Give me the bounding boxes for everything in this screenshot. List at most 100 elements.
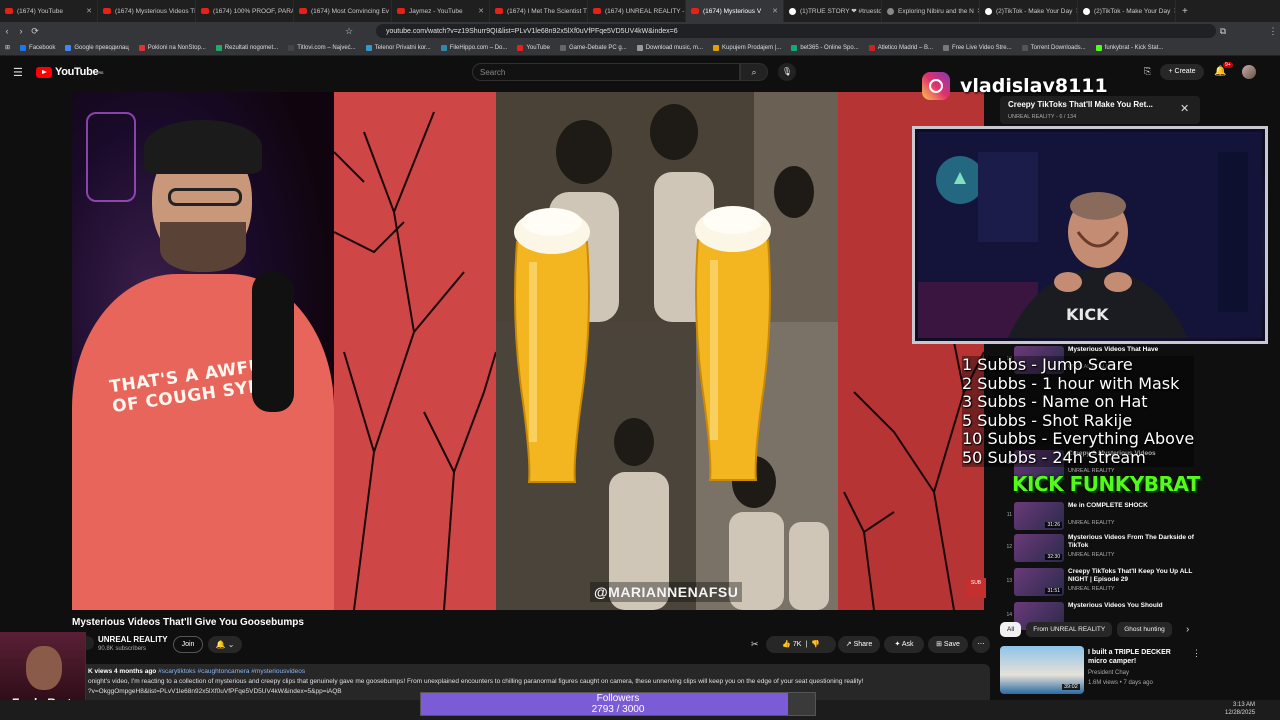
instagram-handle: vladislav8111	[960, 75, 1108, 97]
bookmark-label: funkybrat - Kick Stat...	[1104, 44, 1164, 51]
bookmark-item[interactable]: FileHippo.com – Do...	[436, 44, 513, 51]
bookmark-item[interactable]: YouTube	[512, 44, 555, 51]
video-player[interactable]: THAT'S A AWFULL OF COUGH SYRUP	[72, 92, 984, 610]
menu-dots-icon[interactable]: ⋮	[1266, 26, 1280, 37]
bookmark-item[interactable]: Telenor Privatni kor...	[361, 44, 436, 51]
recommended-menu-icon[interactable]: ⋮	[1192, 648, 1201, 659]
tab-label: (1674) YouTube	[17, 7, 64, 15]
bookmark-item[interactable]: Torrent Downloads...	[1017, 44, 1091, 51]
tab-label: (2)TikTok - Make Your Day	[996, 7, 1073, 15]
bookmark-item[interactable]: Pokloni na NonStop...	[134, 44, 211, 51]
miniplayer-title[interactable]: Creepy TikToks That'll Make You Ret...	[1008, 100, 1153, 109]
apps-icon[interactable]: ⊞	[0, 44, 15, 51]
bookmark-label: Free Live Video Stre...	[952, 44, 1012, 51]
playlist-thumbnail[interactable]: 32:30	[1014, 534, 1064, 562]
logo-text: YouTube	[55, 66, 99, 78]
browser-tab[interactable]: (1674) I Met The Scientist T✕	[490, 0, 588, 22]
close-tab-icon[interactable]: ✕	[769, 7, 778, 15]
bookmark-item[interactable]: Atletico Madrid – B...	[864, 44, 938, 51]
bookmark-item[interactable]: Titlovi.com – Najveć...	[283, 44, 360, 51]
hamburger-menu-icon[interactable]: ☰	[13, 66, 23, 79]
bookmark-label: Telenor Privatni kor...	[374, 44, 431, 51]
forward-icon[interactable]: ›	[14, 26, 28, 36]
like-dislike-button[interactable]: 👍 7K | 👎	[766, 636, 836, 653]
microphone	[252, 272, 294, 412]
cast-icon[interactable]: ⎘	[1144, 66, 1151, 77]
search-icon[interactable]: ⌕	[740, 63, 768, 81]
extensions-icon[interactable]: ⧉	[1216, 26, 1230, 37]
browser-tab[interactable]: Jaymez - YouTube ✕	[392, 0, 490, 22]
description-tags[interactable]: #scarytiktoks #caughtoncamera #mysteriou…	[158, 668, 305, 675]
bookmark-item[interactable]: Download music, m...	[632, 44, 708, 51]
bookmark-favicon-icon	[791, 44, 798, 51]
browser-tab[interactable]: (1)TRUE STORY ❤ #truestor✕	[784, 0, 882, 22]
back-icon[interactable]: ‹	[0, 26, 14, 36]
browser-tab[interactable]: Exploring Nibiru and the N✕	[882, 0, 980, 22]
bookmark-label: Pokloni na NonStop...	[147, 44, 206, 51]
bookmark-star-icon[interactable]: ☆	[342, 26, 356, 37]
browser-tab[interactable]: (2)TikTok - Make Your Day✕	[1078, 0, 1176, 22]
filter-chip[interactable]: Ghost hunting	[1117, 622, 1172, 637]
browser-tab[interactable]: (1674) UNREAL REALITY - Y✕	[588, 0, 686, 22]
playlist-item[interactable]: 12 32:30 Mysterious Videos From The Darksi…	[1002, 532, 1198, 564]
browser-tab[interactable]: (2)TikTok - Make Your Day✕	[980, 0, 1078, 22]
playlist-item[interactable]: 13 31:51 Creepy TikToks That'll Keep You U…	[1002, 566, 1198, 598]
youtube-logo[interactable]: YouTube RS	[36, 66, 104, 78]
channel-name[interactable]: UNREAL REALITY	[98, 635, 168, 644]
browser-tab[interactable]: (1674) YouTube ✕	[0, 0, 98, 22]
bookmark-label: bet365 - Online Spo...	[800, 44, 859, 51]
filter-chips: All From UNREAL REALITY Ghost hunting	[1000, 622, 1172, 638]
account-avatar[interactable]	[1242, 65, 1256, 79]
bookmark-item[interactable]: Facebook	[15, 44, 60, 51]
new-tab-icon[interactable]: +	[1176, 6, 1194, 17]
search-input[interactable]: Search	[472, 63, 740, 81]
browser-tab[interactable]: (1674) Mysterious V ✕	[686, 0, 784, 22]
ask-button[interactable]: ✦ Ask	[884, 636, 924, 653]
browser-tab[interactable]: (1674) Most Convincing Ev✕	[294, 0, 392, 22]
close-tab-icon[interactable]: ✕	[83, 7, 92, 15]
playlist-thumbnail[interactable]: 31:26	[1014, 502, 1064, 530]
bookmark-item[interactable]: Free Live Video Stre...	[938, 44, 1017, 51]
save-button[interactable]: ⊞ Save	[928, 636, 968, 653]
miniplayer-subtitle: UNREAL REALITY - 6 / 134	[1008, 114, 1077, 120]
url-field[interactable]: youtube.com/watch?v=z19Shurr9QI&list=PLv…	[376, 24, 1216, 38]
browser-tab[interactable]: (1674) 100% PROOF, PARA✕	[196, 0, 294, 22]
bookmark-favicon-icon	[559, 44, 566, 51]
bookmark-favicon-icon	[1095, 44, 1102, 51]
bookmark-label: YouTube	[526, 44, 550, 51]
share-button[interactable]: ↗ Share	[838, 636, 880, 653]
webcam-scene: KICK	[918, 132, 1262, 338]
chevron-right-icon[interactable]: ›	[1186, 624, 1189, 635]
close-tab-icon[interactable]: ✕	[475, 7, 484, 15]
playlist-duration: 32:30	[1045, 554, 1062, 560]
playlist-item[interactable]: 11 31:26 Me in COMPLETE SHOCK UNREAL REALIT…	[1002, 500, 1198, 532]
create-button[interactable]: + Create	[1160, 64, 1204, 80]
bookmark-favicon-icon	[215, 44, 222, 51]
tab-label: (1)TRUE STORY ❤ #truestor	[800, 8, 882, 15]
subscribed-bell-button[interactable]: 🔔 ⌄	[208, 636, 242, 653]
bookmark-item[interactable]: funkybrat - Kick Stat...	[1091, 44, 1169, 51]
subscribe-overlay-button[interactable]: SUB	[966, 578, 986, 598]
playlist-title: Me in COMPLETE SHOCK	[1068, 502, 1148, 509]
playlist-duration: 31:26	[1045, 522, 1062, 528]
bookmark-favicon-icon	[1021, 44, 1028, 51]
more-actions-icon[interactable]: ⋯	[972, 636, 990, 653]
recommended-channel[interactable]: President Chay	[1088, 670, 1129, 676]
playlist-thumbnail[interactable]: 31:51	[1014, 568, 1064, 596]
close-icon[interactable]: ✕	[1180, 102, 1189, 115]
clip-icon[interactable]: ✂	[751, 639, 759, 650]
browser-tab[interactable]: (1674) Mysterious Videos Th✕	[98, 0, 196, 22]
content-video	[334, 92, 984, 610]
bookmark-item[interactable]: Kupujem Prodajem |...	[708, 44, 786, 51]
reload-icon[interactable]: ⟳	[28, 26, 42, 37]
bookmark-item[interactable]: bet365 - Online Spo...	[786, 44, 863, 51]
bookmark-item[interactable]: Google преводилац	[60, 44, 133, 51]
mic-icon[interactable]: 🎙	[778, 63, 796, 81]
bookmark-item[interactable]: Rezultati nogomet...	[211, 44, 283, 51]
taskbar-clock[interactable]: 3:13 AM 12/28/2025	[1225, 701, 1255, 717]
filter-chip[interactable]: All	[1000, 622, 1022, 637]
filter-chip[interactable]: From UNREAL REALITY	[1026, 622, 1113, 637]
recommended-title[interactable]: I built a TRIPLE DECKER micro camper!	[1088, 648, 1188, 666]
join-button[interactable]: Join	[173, 636, 203, 653]
bookmark-item[interactable]: Game-Debate PC g...	[555, 44, 632, 51]
